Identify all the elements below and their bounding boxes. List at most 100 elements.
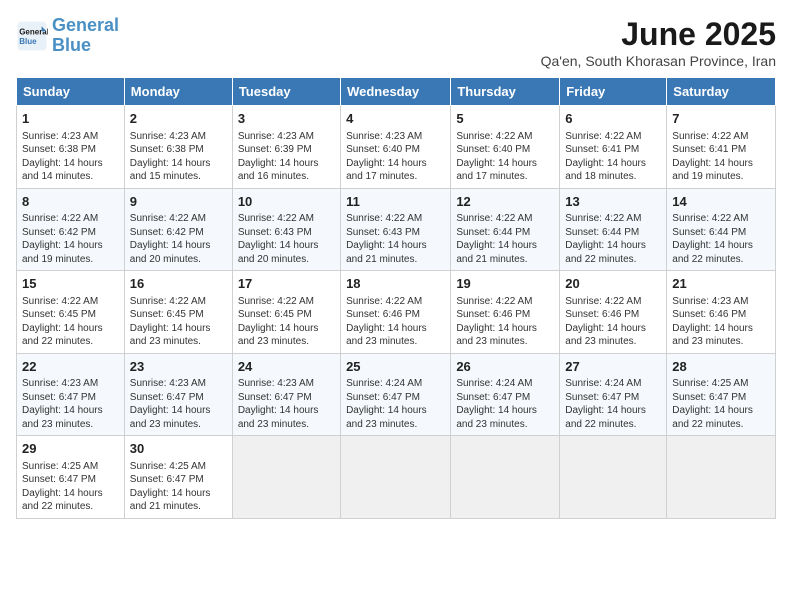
day-info: Sunrise: 4:24 AM Sunset: 6:47 PM Dayligh…: [346, 377, 445, 431]
calendar-cell: [232, 436, 340, 519]
day-info: Sunrise: 4:22 AM Sunset: 6:46 PM Dayligh…: [346, 295, 445, 349]
calendar-cell: [560, 436, 667, 519]
day-number: 25: [346, 358, 445, 376]
day-info: Sunrise: 4:23 AM Sunset: 6:38 PM Dayligh…: [130, 130, 227, 184]
calendar-cell: 2 Sunrise: 4:23 AM Sunset: 6:38 PM Daylig…: [124, 106, 232, 189]
day-number: 22: [22, 358, 119, 376]
day-info: Sunrise: 4:22 AM Sunset: 6:43 PM Dayligh…: [346, 212, 445, 266]
calendar-cell: 21 Sunrise: 4:23 AM Sunset: 6:46 PM Dayli…: [667, 271, 776, 354]
day-number: 8: [22, 193, 119, 211]
calendar-cell: 12Sunrise: 4:22 AM Sunset: 6:44 PM Dayli…: [451, 188, 560, 271]
day-info: Sunrise: 4:22 AM Sunset: 6:45 PM Dayligh…: [238, 295, 335, 349]
calendar-cell: 10Sunrise: 4:22 AM Sunset: 6:43 PM Dayli…: [232, 188, 340, 271]
day-number: 19: [456, 275, 554, 293]
calendar-cell: 13Sunrise: 4:22 AM Sunset: 6:44 PM Dayli…: [560, 188, 667, 271]
day-number: 29: [22, 440, 119, 458]
day-info: Sunrise: 4:22 AM Sunset: 6:45 PM Dayligh…: [130, 295, 227, 349]
header: General Blue General Blue June 2025 Qa'e…: [16, 16, 776, 69]
day-number: 9: [130, 193, 227, 211]
logo: General Blue General Blue: [16, 16, 119, 56]
calendar-cell: 14Sunrise: 4:22 AM Sunset: 6:44 PM Dayli…: [667, 188, 776, 271]
calendar-cell: 6 Sunrise: 4:22 AM Sunset: 6:41 PM Daylig…: [560, 106, 667, 189]
logo-text: General Blue: [52, 16, 119, 56]
svg-text:Blue: Blue: [19, 37, 37, 46]
day-number: 30: [130, 440, 227, 458]
calendar-cell: 8Sunrise: 4:22 AM Sunset: 6:42 PM Daylig…: [17, 188, 125, 271]
day-info: Sunrise: 4:25 AM Sunset: 6:47 PM Dayligh…: [130, 460, 227, 514]
calendar-cell: 30 Sunrise: 4:25 AM Sunset: 6:47 PM Dayli…: [124, 436, 232, 519]
day-number: 16: [130, 275, 227, 293]
day-number: 26: [456, 358, 554, 376]
day-info: Sunrise: 4:25 AM Sunset: 6:47 PM Dayligh…: [672, 377, 770, 431]
day-number: 28: [672, 358, 770, 376]
calendar-table: SundayMondayTuesdayWednesdayThursdayFrid…: [16, 77, 776, 519]
day-info: Sunrise: 4:25 AM Sunset: 6:47 PM Dayligh…: [22, 460, 119, 514]
day-info: Sunrise: 4:22 AM Sunset: 6:40 PM Dayligh…: [456, 130, 554, 184]
day-number: 24: [238, 358, 335, 376]
calendar-cell: 20 Sunrise: 4:22 AM Sunset: 6:46 PM Dayli…: [560, 271, 667, 354]
day-number: 20: [565, 275, 661, 293]
calendar-cell: 7 Sunrise: 4:22 AM Sunset: 6:41 PM Daylig…: [667, 106, 776, 189]
title-area: June 2025 Qa'en, South Khorasan Province…: [541, 16, 776, 69]
logo-icon: General Blue: [16, 20, 48, 52]
calendar-cell: 5Sunrise: 4:22 AM Sunset: 6:40 PM Daylig…: [451, 106, 560, 189]
calendar-cell: [667, 436, 776, 519]
calendar-cell: 19Sunrise: 4:22 AM Sunset: 6:46 PM Dayli…: [451, 271, 560, 354]
day-info: Sunrise: 4:22 AM Sunset: 6:44 PM Dayligh…: [456, 212, 554, 266]
day-number: 14: [672, 193, 770, 211]
calendar-cell: 3 Sunrise: 4:23 AM Sunset: 6:39 PM Daylig…: [232, 106, 340, 189]
calendar-cell: 28Sunrise: 4:25 AM Sunset: 6:47 PM Dayli…: [667, 353, 776, 436]
calendar-cell: 15Sunrise: 4:22 AM Sunset: 6:45 PM Dayli…: [17, 271, 125, 354]
day-number: 6: [565, 110, 661, 128]
calendar-cell: 1Sunrise: 4:23 AM Sunset: 6:38 PM Daylig…: [17, 106, 125, 189]
calendar-cell: 22Sunrise: 4:23 AM Sunset: 6:47 PM Dayli…: [17, 353, 125, 436]
calendar-cell: 29 Sunrise: 4:25 AM Sunset: 6:47 PM Dayli…: [17, 436, 125, 519]
day-info: Sunrise: 4:22 AM Sunset: 6:46 PM Dayligh…: [565, 295, 661, 349]
weekday-header-wednesday: Wednesday: [341, 78, 451, 106]
day-number: 18: [346, 275, 445, 293]
day-info: Sunrise: 4:22 AM Sunset: 6:41 PM Dayligh…: [672, 130, 770, 184]
calendar-cell: 25Sunrise: 4:24 AM Sunset: 6:47 PM Dayli…: [341, 353, 451, 436]
weekday-header-saturday: Saturday: [667, 78, 776, 106]
calendar-cell: [341, 436, 451, 519]
weekday-header-tuesday: Tuesday: [232, 78, 340, 106]
calendar-cell: 17 Sunrise: 4:22 AM Sunset: 6:45 PM Dayli…: [232, 271, 340, 354]
day-info: Sunrise: 4:23 AM Sunset: 6:39 PM Dayligh…: [238, 130, 335, 184]
day-number: 3: [238, 110, 335, 128]
day-number: 7: [672, 110, 770, 128]
day-info: Sunrise: 4:23 AM Sunset: 6:47 PM Dayligh…: [238, 377, 335, 431]
calendar-cell: 27Sunrise: 4:24 AM Sunset: 6:47 PM Dayli…: [560, 353, 667, 436]
day-number: 11: [346, 193, 445, 211]
day-info: Sunrise: 4:22 AM Sunset: 6:44 PM Dayligh…: [672, 212, 770, 266]
day-info: Sunrise: 4:22 AM Sunset: 6:42 PM Dayligh…: [22, 212, 119, 266]
weekday-header-thursday: Thursday: [451, 78, 560, 106]
day-info: Sunrise: 4:22 AM Sunset: 6:41 PM Dayligh…: [565, 130, 661, 184]
day-number: 4: [346, 110, 445, 128]
day-number: 21: [672, 275, 770, 293]
month-title: June 2025: [541, 16, 776, 53]
day-number: 13: [565, 193, 661, 211]
day-number: 15: [22, 275, 119, 293]
day-info: Sunrise: 4:22 AM Sunset: 6:44 PM Dayligh…: [565, 212, 661, 266]
day-info: Sunrise: 4:24 AM Sunset: 6:47 PM Dayligh…: [565, 377, 661, 431]
day-number: 10: [238, 193, 335, 211]
day-number: 12: [456, 193, 554, 211]
calendar-cell: 16 Sunrise: 4:22 AM Sunset: 6:45 PM Dayli…: [124, 271, 232, 354]
day-info: Sunrise: 4:23 AM Sunset: 6:38 PM Dayligh…: [22, 130, 119, 184]
day-number: 27: [565, 358, 661, 376]
day-info: Sunrise: 4:23 AM Sunset: 6:47 PM Dayligh…: [130, 377, 227, 431]
weekday-header-monday: Monday: [124, 78, 232, 106]
day-info: Sunrise: 4:23 AM Sunset: 6:46 PM Dayligh…: [672, 295, 770, 349]
day-number: 23: [130, 358, 227, 376]
day-info: Sunrise: 4:24 AM Sunset: 6:47 PM Dayligh…: [456, 377, 554, 431]
calendar-cell: 9Sunrise: 4:22 AM Sunset: 6:42 PM Daylig…: [124, 188, 232, 271]
calendar-cell: 23Sunrise: 4:23 AM Sunset: 6:47 PM Dayli…: [124, 353, 232, 436]
calendar-cell: [451, 436, 560, 519]
weekday-header-sunday: Sunday: [17, 78, 125, 106]
day-number: 2: [130, 110, 227, 128]
day-number: 17: [238, 275, 335, 293]
calendar-cell: 24Sunrise: 4:23 AM Sunset: 6:47 PM Dayli…: [232, 353, 340, 436]
calendar-cell: 11Sunrise: 4:22 AM Sunset: 6:43 PM Dayli…: [341, 188, 451, 271]
day-info: Sunrise: 4:22 AM Sunset: 6:42 PM Dayligh…: [130, 212, 227, 266]
weekday-header-friday: Friday: [560, 78, 667, 106]
